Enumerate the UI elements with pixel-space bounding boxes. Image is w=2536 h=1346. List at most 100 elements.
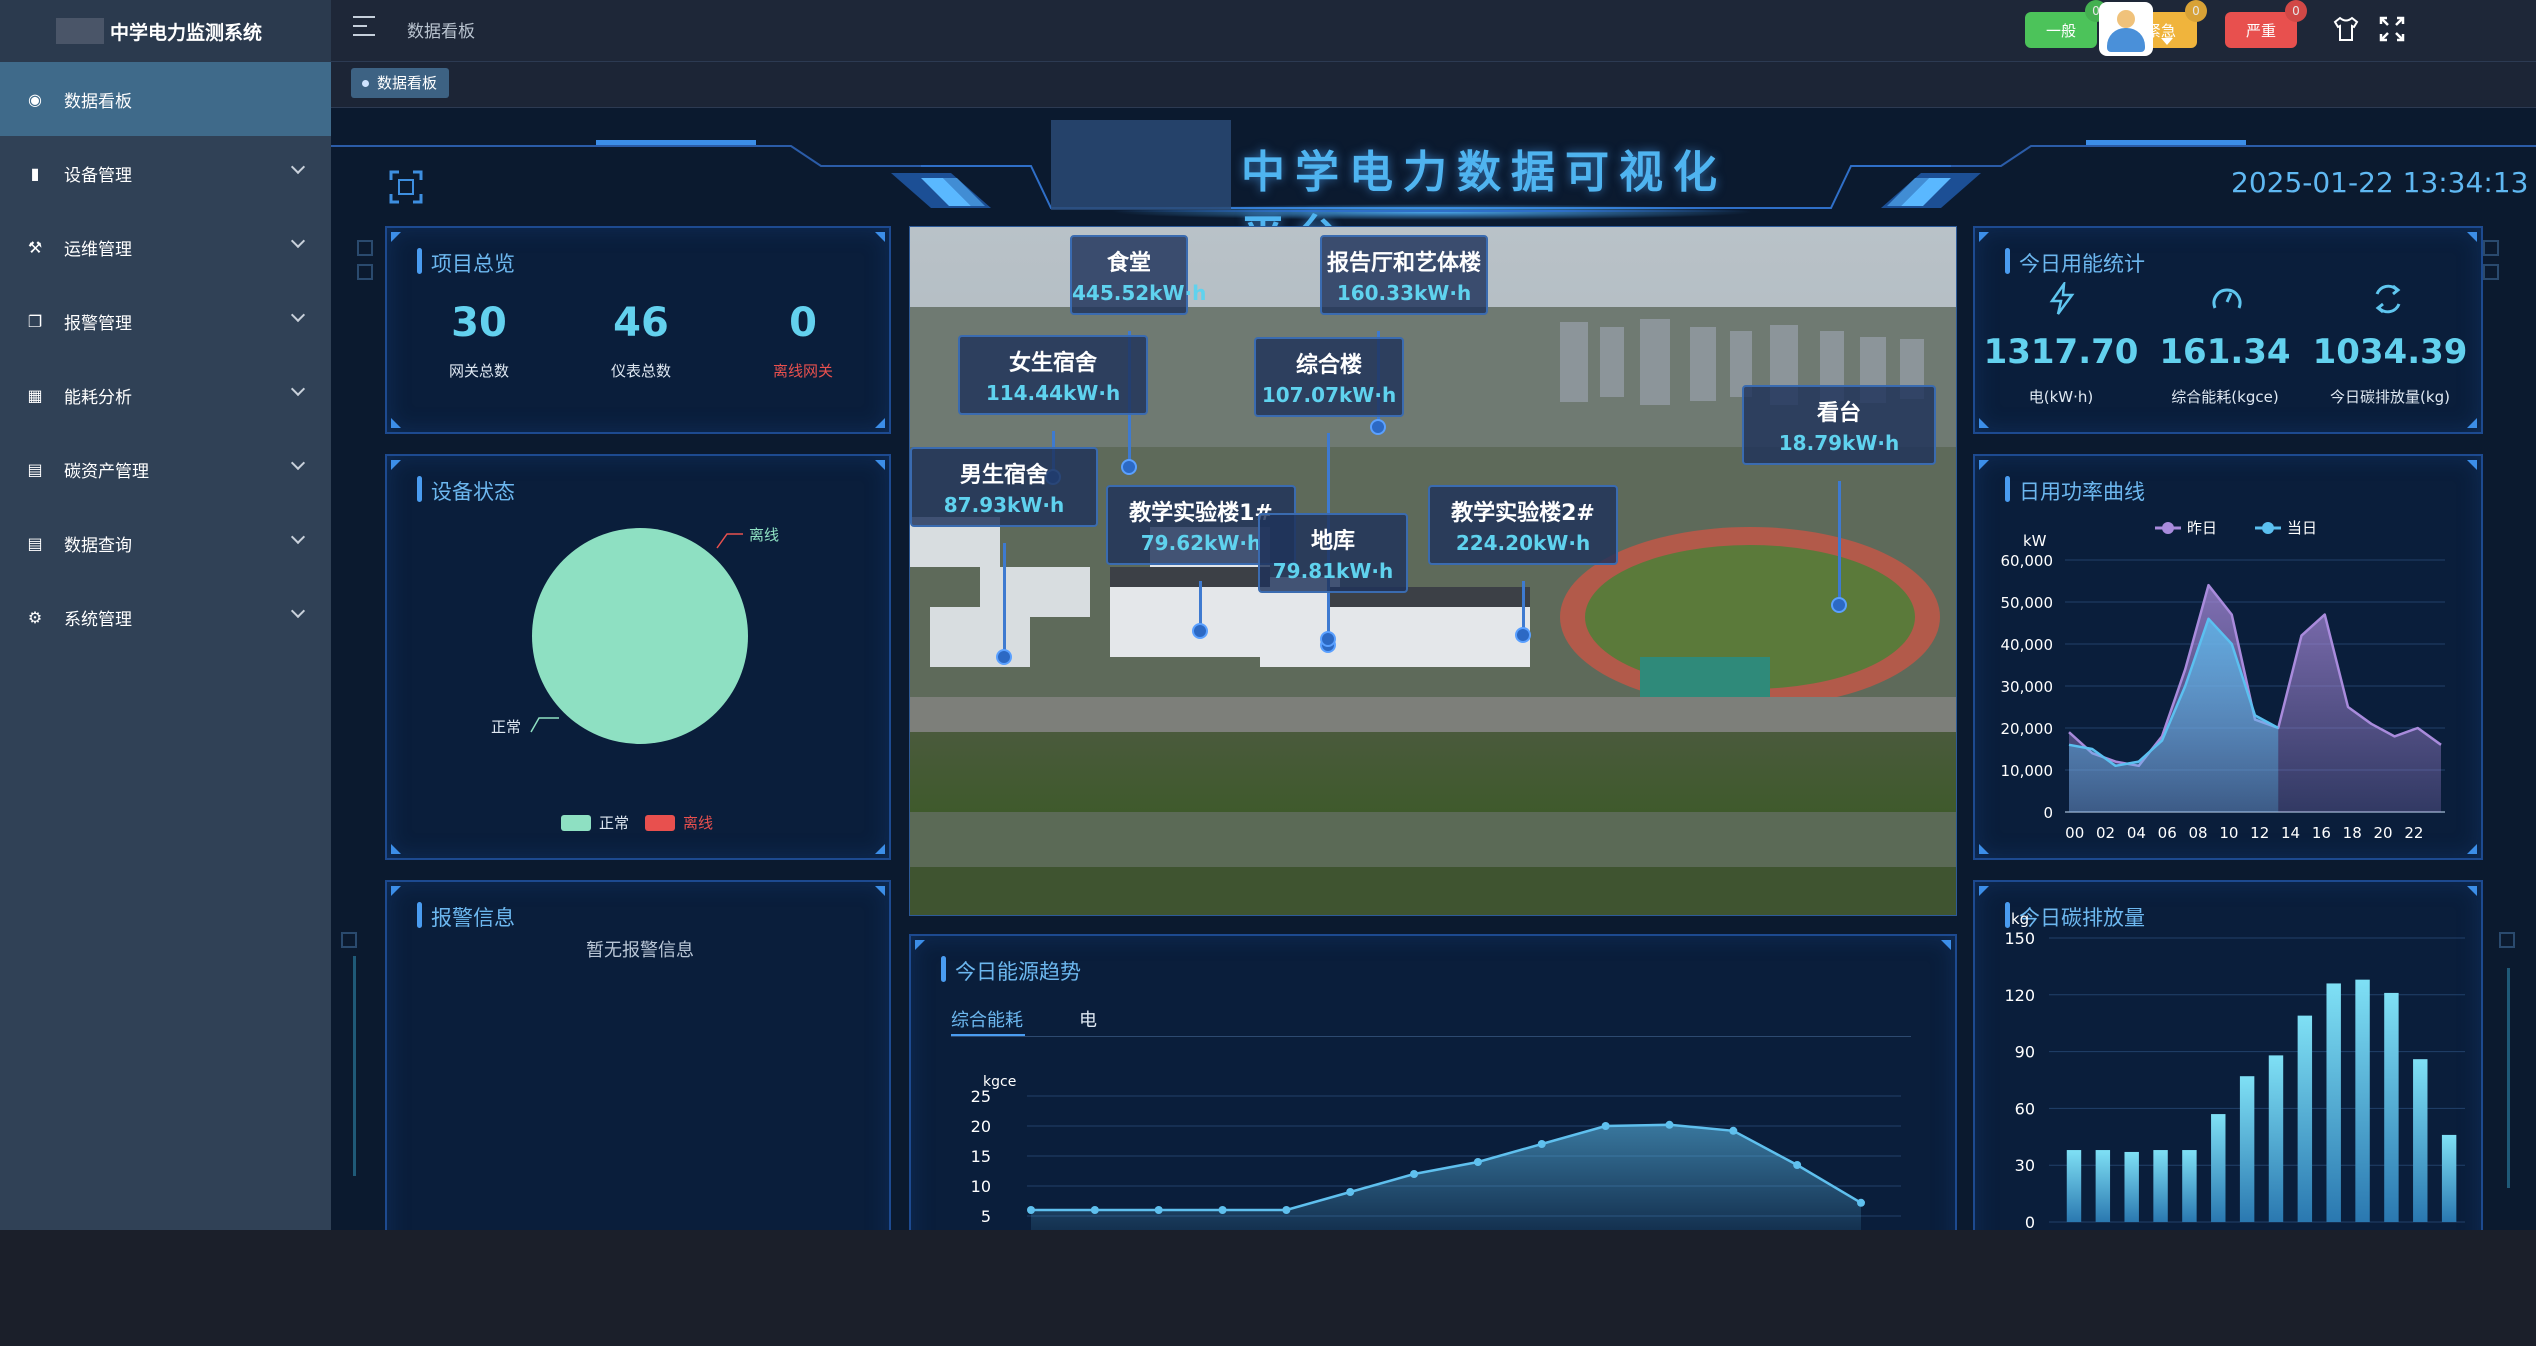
legend-label-offline[interactable]: 离线 [683, 812, 713, 833]
chevron-down-icon[interactable] [290, 159, 306, 175]
sidebar-item-7[interactable]: ⚙ 系统管理 [0, 580, 331, 654]
panel-corner-decoration [1979, 232, 1989, 242]
tag-dashboard[interactable]: 数据看板 [351, 68, 450, 98]
building-label[interactable]: 女生宿舍 114.44kW·h [958, 335, 1148, 415]
panel-corner-decoration [875, 844, 885, 854]
pie-slice [532, 528, 748, 744]
bar-chart-icon: ▮ [30, 163, 40, 183]
panel-corner-decoration [2467, 844, 2477, 854]
building-energy-value: 114.44kW·h [985, 381, 1121, 405]
building-name: 女生宿舍 [1008, 351, 1097, 376]
sidebar-item-5[interactable]: ▤ 碳资产管理 [0, 432, 331, 506]
panel-corner-decoration [2467, 886, 2477, 896]
building-label[interactable]: 教学实验楼2# 224.20kW·h [1428, 485, 1618, 565]
alert-urgent-count: 0 [2185, 0, 2207, 22]
building-pin-dot[interactable] [1515, 627, 1531, 643]
building-energy-value: 87.93kW·h [943, 493, 1065, 517]
legend-label-normal[interactable]: 正常 [599, 812, 629, 833]
campus-aerial-photo: 食堂 445.52kW·h 报告厅和艺体楼 160.33kW·h 女生宿舍 114.44k… [909, 226, 1957, 916]
dashboard-icon: ◉ [28, 89, 42, 109]
building-pin-dot[interactable] [1121, 459, 1137, 475]
chevron-down-icon[interactable] [290, 529, 306, 545]
chevron-down-icon[interactable] [290, 381, 306, 397]
y-axis-unit: kW [2023, 532, 2047, 550]
x-tick-label: 08 [2188, 824, 2207, 842]
gateway-total-value: 30 [451, 300, 507, 346]
building-label[interactable]: 食堂 445.52kW·h [1070, 235, 1207, 315]
side-bar-decoration [2507, 968, 2510, 1188]
breadcrumb[interactable]: 数据看板 [407, 17, 475, 42]
x-tick-label: 18 [2343, 824, 2362, 842]
sidebar-item-6[interactable]: ▤ 数据查询 [0, 506, 331, 580]
building-pin-dot[interactable] [1192, 623, 1208, 639]
building-pin-dot[interactable] [996, 649, 1012, 665]
sidebar-item-0[interactable]: ◉ 数据看板 [0, 62, 331, 136]
alert-normal-button[interactable]: 一般 0 [2025, 0, 2107, 48]
carbon-bar [2066, 1150, 2082, 1222]
x-tick-label: 04 [2127, 824, 2146, 842]
theme-shirt-icon[interactable] [2331, 14, 2361, 44]
panel-corner-decoration [391, 886, 401, 896]
chevron-down-icon[interactable] [290, 307, 306, 323]
legend-swatch-offline[interactable] [645, 814, 676, 831]
panel-corner-decoration [391, 460, 401, 470]
trend-point [1282, 1206, 1291, 1214]
trend-point [1729, 1126, 1738, 1135]
carbon-bar [2095, 1150, 2111, 1222]
sidebar-item-4[interactable]: ▦ 能耗分析 [0, 358, 331, 432]
building-pin-dot[interactable] [1370, 419, 1386, 435]
sidebar-item-label: 碳资产管理 [64, 461, 149, 482]
tab-comprehensive-energy[interactable]: 综合能耗 [951, 1006, 1023, 1032]
panel-carbon-emission: 今日碳排放量 kg 0 30 60 90 120 150 [1973, 880, 2483, 1230]
carbon-bar [2239, 1076, 2255, 1222]
y-tick-label: 25 [971, 1087, 991, 1106]
sidebar-item-3[interactable]: ❐ 报警管理 [0, 284, 331, 358]
carbon-emission-label: 今日碳排放量(kg) [2330, 388, 2450, 406]
building-energy-value: 18.79kW·h [1778, 431, 1900, 455]
hamburger-icon[interactable] [353, 16, 375, 36]
fullscreen-icon[interactable] [2377, 14, 2407, 44]
building-label[interactable]: 看台 18.79kW·h [1742, 385, 1936, 465]
building-label[interactable]: 男生宿舍 87.93kW·h [910, 447, 1098, 527]
sidebar-menu: ◉ 数据看板 ▮ 设备管理 ⚒ 运维管理 ❐ 报警管理 ▦ 能耗分析 ▤ 碳资产管理 ▤ 数据查询 ⚙ 系统管… [0, 62, 331, 654]
building-label[interactable]: 报告厅和艺体楼 160.33kW·h [1320, 235, 1488, 315]
y-axis-unit: kg [2011, 910, 2029, 928]
pie-legend: 正常 离线 [561, 812, 713, 833]
panel-corner-decoration [875, 886, 885, 896]
legend-swatch-normal[interactable] [561, 814, 591, 831]
legend-marker [2162, 522, 2174, 534]
trend-point [1793, 1161, 1802, 1169]
building-pin-dot[interactable] [1831, 597, 1847, 613]
building-label[interactable]: 综合楼 107.07kW·h [1254, 337, 1404, 417]
logo-image [56, 18, 104, 44]
sidebar-item-1[interactable]: ▮ 设备管理 [0, 136, 331, 210]
tab-electricity[interactable]: 电 [1079, 1006, 1097, 1032]
pie-leader-line [530, 717, 559, 733]
y-tick-label: 0 [2043, 804, 2053, 822]
power-curve-chart: kW 0 10,000 20,000 30,000 40,000 50,000 60,000 0… [2001, 519, 2445, 842]
topbar: 数据看板 一般 0 紧急 0 严重 0 [331, 0, 2536, 62]
screen-fullscreen-icon[interactable] [389, 170, 423, 204]
side-decoration [341, 932, 357, 948]
user-avatar[interactable] [2099, 2, 2153, 56]
carbon-bar [2441, 1134, 2457, 1222]
alert-severe-button[interactable]: 严重 0 [2225, 0, 2307, 48]
building-pin-line [1003, 543, 1006, 657]
x-tick-label: 06 [2158, 824, 2177, 842]
chevron-down-icon[interactable] [290, 455, 306, 471]
chevron-down-icon[interactable] [290, 233, 306, 249]
building-label[interactable]: 地库 79.81kW·h [1258, 513, 1408, 593]
y-tick-label: 30 [2015, 1156, 2035, 1175]
building-energy-value: 445.52kW·h [1072, 281, 1207, 305]
y-tick-label: 15 [971, 1147, 991, 1166]
panel-device-status: 设备状态 离线 正常 正常 离线 [385, 454, 891, 860]
panel-corner-decoration [915, 940, 925, 950]
building-pin-dot[interactable] [1320, 631, 1336, 647]
panel-corner-decoration [391, 844, 401, 854]
y-tick-label: 120 [2004, 986, 2035, 1005]
chevron-down-icon[interactable] [290, 603, 306, 619]
sidebar-item-2[interactable]: ⚒ 运维管理 [0, 210, 331, 284]
panel-title: 今日能源趋势 [941, 956, 1081, 986]
caret-down-icon[interactable] [2161, 38, 2173, 45]
trend-point [1346, 1188, 1355, 1196]
